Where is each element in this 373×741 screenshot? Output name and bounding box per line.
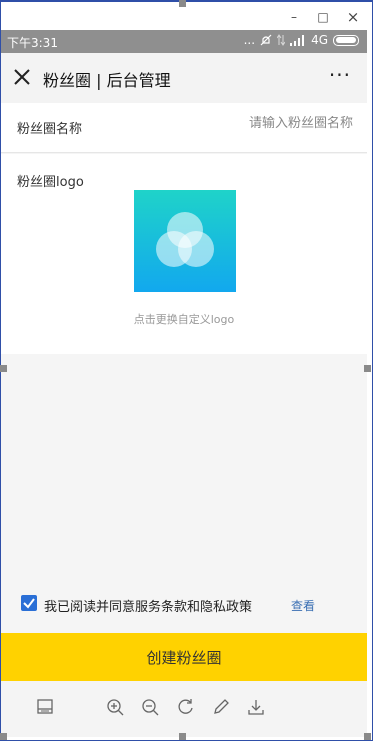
logo-section: 粉丝圈logo 点击更换自定义logo bbox=[1, 154, 367, 354]
change-logo-hint[interactable]: 点击更换自定义logo bbox=[1, 311, 367, 327]
logo-label: 粉丝圈logo bbox=[17, 175, 84, 190]
agreement-row: 我已阅读并同意服务条款和隐私政策 查看 bbox=[1, 591, 367, 617]
name-row: 粉丝圈名称 bbox=[1, 103, 367, 153]
close-icon[interactable] bbox=[11, 66, 33, 88]
network-type: 4G bbox=[311, 33, 328, 47]
resize-handle-bottom-right[interactable] bbox=[364, 733, 371, 740]
signal-icon bbox=[290, 35, 305, 46]
resize-handle-left[interactable] bbox=[0, 365, 7, 372]
mute-icon bbox=[260, 34, 272, 46]
agreement-text: 我已阅读并同意服务条款和隐私政策 bbox=[44, 600, 253, 615]
view-terms-link[interactable]: 查看 bbox=[291, 597, 315, 614]
data-transfer-icon bbox=[277, 34, 286, 46]
page-title: 粉丝圈 | 后台管理 bbox=[43, 71, 171, 90]
minimize-button[interactable]: – bbox=[282, 7, 306, 27]
zoom-in-icon[interactable] bbox=[105, 697, 125, 717]
status-bar: 下午3:31 ... 4G bbox=[1, 30, 367, 53]
window-titlebar: – □ × bbox=[1, 4, 372, 30]
name-label: 粉丝圈名称 bbox=[17, 122, 83, 137]
status-icons: ... 4G bbox=[244, 33, 359, 47]
logo-image[interactable] bbox=[134, 190, 236, 292]
download-icon[interactable] bbox=[246, 697, 266, 717]
agreement-checkbox[interactable] bbox=[21, 595, 37, 611]
edit-icon[interactable] bbox=[211, 697, 231, 717]
checkmark-icon bbox=[23, 598, 35, 609]
window-close-button[interactable]: × bbox=[341, 7, 365, 27]
circles-logo-icon bbox=[156, 212, 214, 267]
resize-handle-bottom[interactable] bbox=[179, 733, 186, 740]
panel-icon[interactable] bbox=[35, 697, 55, 717]
viewer-toolbar bbox=[1, 681, 367, 737]
zoom-out-icon[interactable] bbox=[140, 697, 160, 717]
resize-handle-bottom-left[interactable] bbox=[0, 733, 7, 740]
viewer-window: – □ × 下午3:31 ... 4G 粉丝圈 | 后台管理 ··· 粉丝圈名称… bbox=[0, 0, 373, 741]
status-time: 下午3:31 bbox=[7, 36, 58, 50]
create-fan-circle-button[interactable]: 创建粉丝圈 bbox=[1, 633, 367, 681]
rotate-icon[interactable] bbox=[176, 697, 196, 717]
maximize-button[interactable]: □ bbox=[311, 7, 335, 27]
resize-handle-right[interactable] bbox=[364, 365, 371, 372]
more-options-button[interactable]: ··· bbox=[329, 63, 351, 87]
notification-dots: ... bbox=[243, 33, 256, 47]
form-content: 粉丝圈名称 粉丝圈logo 点击更换自定义logo 我已阅读并同意服务条款和隐私… bbox=[1, 103, 367, 633]
name-input[interactable] bbox=[183, 116, 353, 131]
battery-icon bbox=[333, 34, 359, 46]
app-header: 粉丝圈 | 后台管理 ··· bbox=[1, 53, 367, 103]
resize-handle-top[interactable] bbox=[179, 0, 186, 7]
